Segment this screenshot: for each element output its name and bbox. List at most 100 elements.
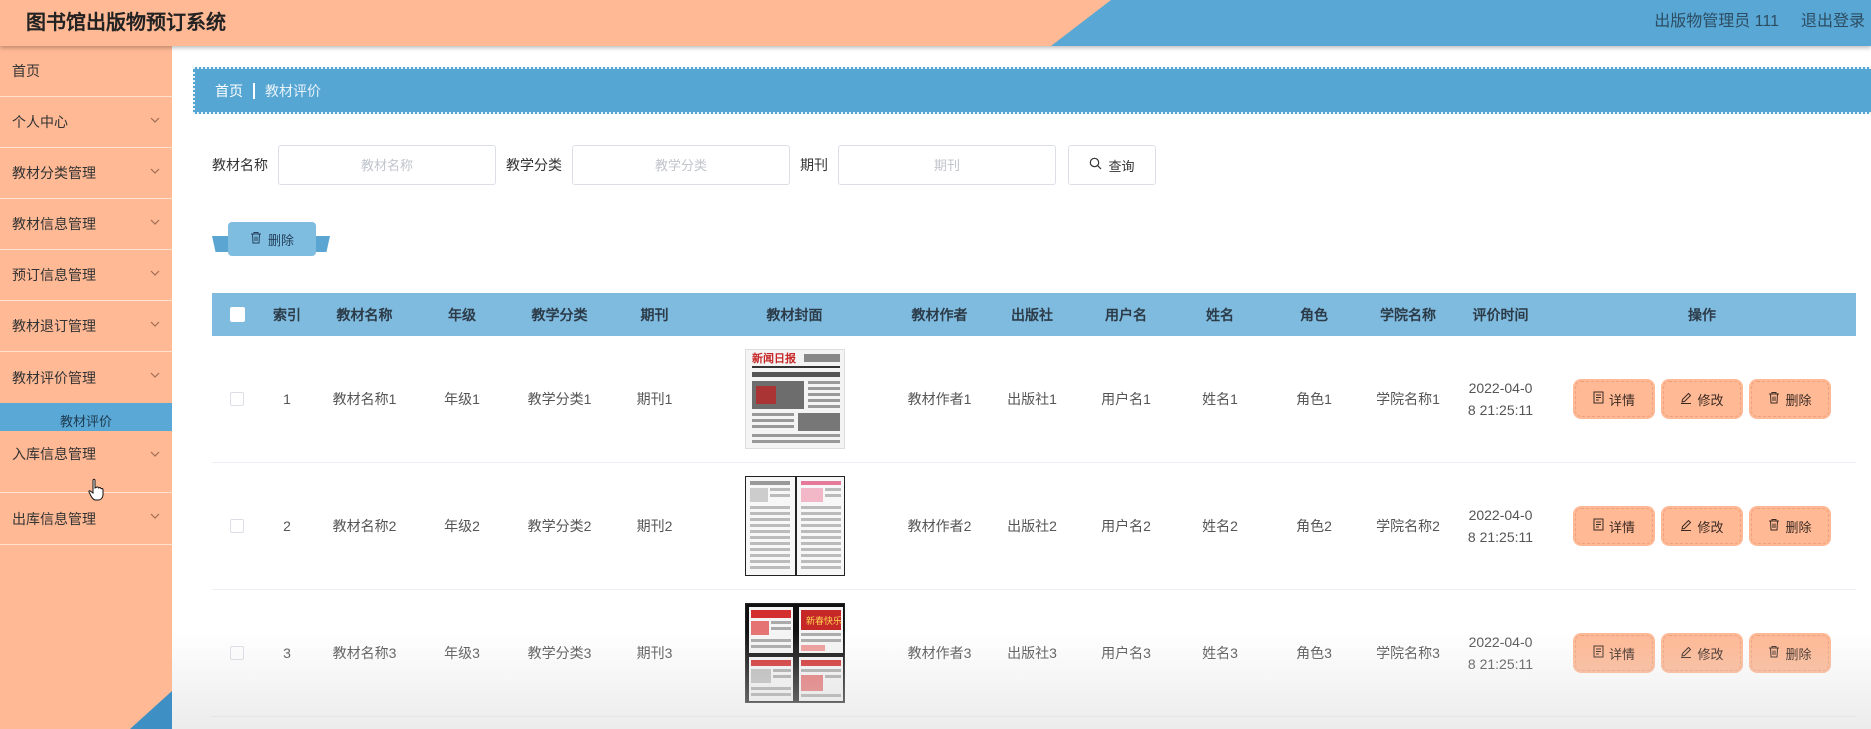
- category-filter-label: 教学分类: [506, 157, 562, 173]
- header-ops: 操作: [1688, 306, 1716, 323]
- cell-realname: 姓名1: [1202, 391, 1238, 407]
- cell-name: 教材名称1: [332, 391, 397, 407]
- header-cover: 教材封面: [766, 306, 823, 323]
- search-form: 教材名称 教学分类 期刊 查询: [212, 145, 1156, 185]
- select-all-cell: [212, 307, 262, 322]
- header-author: 教材作者: [911, 306, 968, 323]
- header-username: 用户名: [1105, 306, 1147, 323]
- sidebar-item-label: 教材退订管理: [12, 318, 96, 334]
- cell-realname: 姓名3: [1202, 645, 1238, 661]
- delete-label: 删除: [1785, 646, 1812, 662]
- sidebar-item-home[interactable]: 首页: [0, 46, 172, 97]
- sidebar-item-stock-in-mgmt[interactable]: 入库信息管理: [0, 431, 172, 493]
- detail-label: 详情: [1608, 392, 1635, 408]
- delete-button[interactable]: 删除: [1751, 635, 1829, 671]
- table-row: 1 教材名称1 年级1 教学分类1 期刊1 新闻日报 教材作者1 出版社1 用户…: [212, 336, 1856, 463]
- sidebar-item-label: 入库信息管理: [12, 446, 96, 462]
- svg-text:新春快乐: 新春快乐: [806, 615, 842, 627]
- sidebar-item-stock-out-mgmt[interactable]: 出库信息管理: [0, 493, 172, 545]
- time-clock-part: 8 21:25:11: [1467, 529, 1534, 545]
- cell-category: 教学分类1: [527, 391, 592, 407]
- cell-category: 教学分类3: [527, 645, 592, 661]
- detail-label: 详情: [1608, 646, 1635, 662]
- cell-time: 2022-04-0 8 21:25:11: [1453, 631, 1548, 675]
- sidebar-subitem-review[interactable]: 教材评价: [0, 403, 172, 431]
- edit-button[interactable]: 修改: [1663, 381, 1741, 417]
- sidebar-item-cancel-mgmt[interactable]: 教材退订管理: [0, 301, 172, 352]
- chevron-down-icon: [150, 268, 160, 278]
- sidebar-item-profile[interactable]: 个人中心: [0, 97, 172, 148]
- edit-icon: [1680, 392, 1692, 407]
- header-category: 教学分类: [531, 306, 588, 323]
- header-college: 学院名称: [1380, 306, 1436, 323]
- cell-cover: 新春快乐: [697, 603, 892, 703]
- chevron-down-icon: [150, 166, 160, 176]
- header-period: 期刊: [640, 306, 669, 323]
- delete-button[interactable]: 删除: [1751, 381, 1829, 417]
- sidebar-corner-decoration: [130, 691, 172, 729]
- select-all-checkbox[interactable]: [229, 307, 245, 322]
- cell-username: 用户名2: [1101, 518, 1151, 534]
- chevron-down-icon: [150, 217, 160, 227]
- cell-time: 2022-04-0 8 21:25:11: [1453, 504, 1548, 548]
- category-filter-input[interactable]: [572, 145, 790, 185]
- header-realname: 姓名: [1206, 306, 1234, 323]
- cell-publisher: 出版社2: [1007, 518, 1057, 534]
- sidebar-item-booking-mgmt[interactable]: 预订信息管理: [0, 250, 172, 301]
- detail-button[interactable]: 详情: [1575, 381, 1653, 417]
- sidebar-item-label: 教材分类管理: [12, 165, 96, 181]
- current-user-label: 出版物管理员 111: [1654, 13, 1779, 30]
- row-checkbox[interactable]: [230, 392, 244, 406]
- delete-label: 删除: [1785, 519, 1812, 535]
- period-filter-input[interactable]: [838, 145, 1056, 185]
- time-date-part: 2022-04-0: [1468, 380, 1533, 396]
- sidebar: 首页 个人中心 教材分类管理 教材信息管理 预订信息管理 教材退订管理 教材评价…: [0, 46, 172, 729]
- edit-icon: [1680, 646, 1692, 661]
- edit-button[interactable]: 修改: [1663, 508, 1741, 544]
- detail-button[interactable]: 详情: [1575, 635, 1653, 671]
- logout-link[interactable]: 退出登录: [1801, 7, 1865, 31]
- review-table: 索引 教材名称 年级 教学分类 期刊 教材封面 教材作者 出版社 用户名 姓名 …: [212, 293, 1856, 717]
- cell-realname: 姓名2: [1202, 518, 1238, 534]
- trash-icon: [250, 231, 262, 247]
- search-button-label: 查询: [1108, 158, 1135, 174]
- row-checkbox[interactable]: [230, 646, 244, 660]
- time-clock-part: 8 21:25:11: [1467, 402, 1534, 418]
- cell-name: 教材名称3: [332, 645, 397, 661]
- row-select-cell: [212, 392, 262, 406]
- edit-label: 修改: [1697, 519, 1724, 535]
- name-filter-label: 教材名称: [212, 157, 268, 173]
- app-title: 图书馆出版物预订系统: [26, 12, 226, 34]
- chevron-down-icon: [150, 449, 160, 459]
- top-header: 图书馆出版物预订系统 出版物管理员 111 退出登录: [0, 0, 1871, 46]
- cell-ops: 详情 修改 删除: [1548, 381, 1856, 417]
- cover-thumbnail: 新闻日报: [744, 349, 845, 449]
- cell-time: 2022-04-0 8 21:25:11: [1453, 377, 1548, 421]
- sidebar-item-review-mgmt[interactable]: 教材评价管理: [0, 352, 172, 403]
- edit-button[interactable]: 修改: [1663, 635, 1741, 671]
- delete-label: 删除: [1785, 392, 1812, 408]
- cell-index: 1: [283, 391, 291, 407]
- detail-button[interactable]: 详情: [1575, 508, 1653, 544]
- sidebar-item-label: 教材信息管理: [12, 216, 96, 232]
- sidebar-item-textbook-mgmt[interactable]: 教材信息管理: [0, 199, 172, 250]
- bulk-delete-button[interactable]: 删除: [228, 222, 316, 256]
- row-checkbox[interactable]: [230, 519, 244, 533]
- cell-username: 用户名3: [1101, 645, 1151, 661]
- row-select-cell: [212, 646, 262, 660]
- cell-ops: 详情 修改 删除: [1548, 635, 1856, 671]
- header-grade: 年级: [448, 306, 476, 323]
- name-filter-input[interactable]: [278, 145, 496, 185]
- search-button[interactable]: 查询: [1068, 145, 1156, 185]
- sidebar-item-category-mgmt[interactable]: 教材分类管理: [0, 148, 172, 199]
- bulk-delete-area: 删除: [212, 222, 330, 258]
- header-name: 教材名称: [336, 306, 393, 323]
- cell-role: 角色3: [1296, 645, 1332, 661]
- breadcrumb-home[interactable]: 首页: [215, 81, 243, 101]
- sidebar-item-label: 首页: [12, 63, 40, 79]
- bulk-delete-label: 删除: [267, 232, 294, 248]
- document-icon: [1593, 518, 1604, 534]
- chevron-down-icon: [150, 511, 160, 521]
- sidebar-item-label: 教材评价管理: [12, 369, 96, 386]
- delete-button[interactable]: 删除: [1751, 508, 1829, 544]
